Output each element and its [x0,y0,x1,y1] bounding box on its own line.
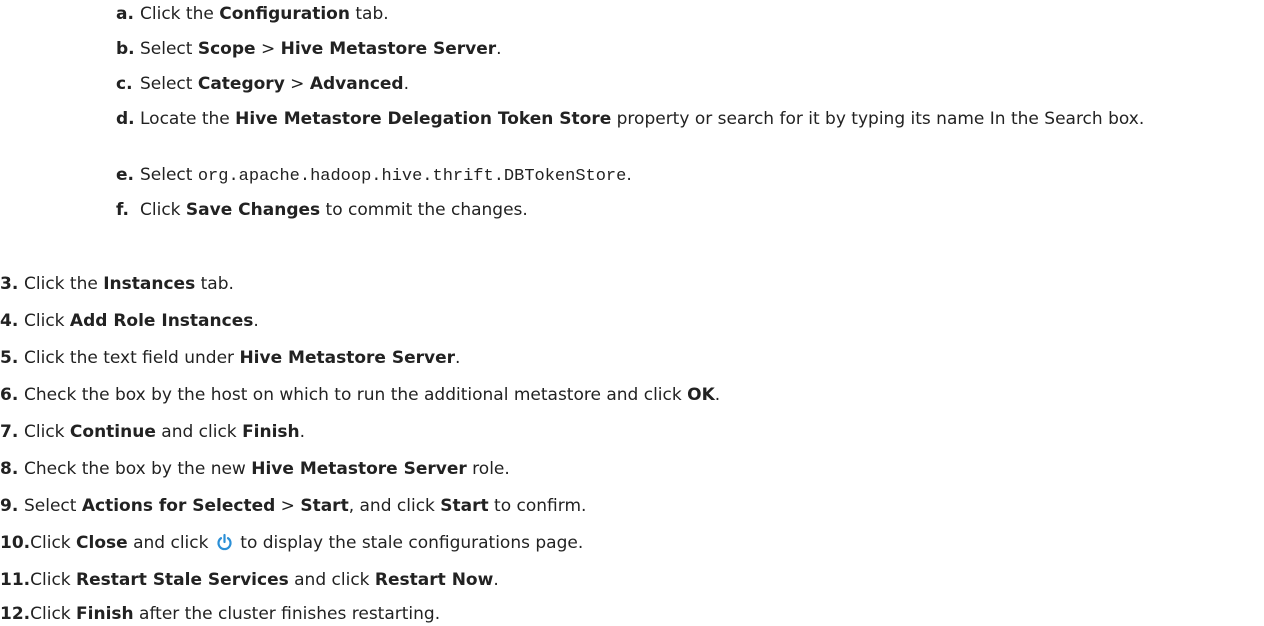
substep-a: a. Click the Configuration tab. [116,4,389,24]
substep-c: c. Select Category > Advanced. [116,74,410,94]
step-6: 6. Check the box by the host on which to … [0,385,721,405]
step-marker: 3. [0,274,19,294]
step-marker: 5. [0,348,19,368]
step-marker: d. [116,109,135,129]
step-4: 4. Click Add Role Instances. [0,311,259,331]
step-marker: 6. [0,385,19,405]
step-12: 12.Click Finish after the cluster finish… [0,604,441,624]
substep-e: e. Select org.apache.hadoop.hive.thrift.D… [116,165,632,186]
step-5: 5. Click the text field under Hive Metast… [0,348,461,368]
step-marker: f. [116,200,129,220]
step-marker: b. [116,39,135,59]
step-8: 8. Check the box by the new Hive Metastor… [0,459,510,479]
step-marker: a. [116,4,134,24]
step-marker: e. [116,165,134,185]
step-10: 10.Click Close and click to display the … [0,533,584,553]
step-11: 11.Click Restart Stale Services and clic… [0,570,499,590]
document-page: a. Click the Configuration tab. b. Select … [0,0,1264,624]
step-marker: 8. [0,459,19,479]
substep-b: b. Select Scope > Hive Metastore Server. [116,39,502,59]
step-marker: 4. [0,311,19,331]
step-marker: 10. [0,533,31,553]
substep-f: f. Click Save Changes to commit the chang… [116,200,528,220]
step-marker: 9. [0,496,19,516]
step-9: 9. Select Actions for Selected > Start, a… [0,496,587,516]
step-marker: 11. [0,570,31,590]
step-marker: 12. [0,604,31,624]
substep-d: d. Locate the Hive Metastore Delegation T… [116,109,1145,129]
step-marker: 7. [0,422,19,442]
step-7: 7. Click Continue and click Finish. [0,422,306,442]
step-3: 3. Click the Instances tab. [0,274,234,294]
code-text: org.apache.hadoop.hive.thrift.DBTokenSto… [197,167,627,186]
step-marker: c. [116,74,133,94]
power-icon[interactable] [216,533,233,551]
